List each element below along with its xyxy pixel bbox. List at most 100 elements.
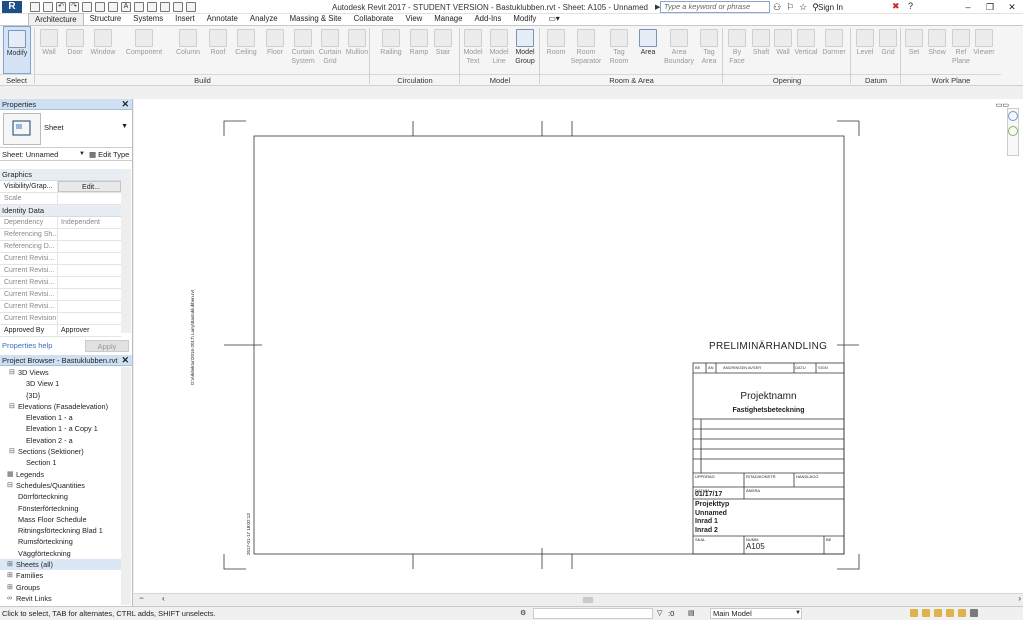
- property-row[interactable]: Visibility/Grap... Edit...: [0, 181, 121, 193]
- chevron-down-icon[interactable]: ▼: [795, 607, 801, 620]
- scroll-thumb[interactable]: [583, 597, 593, 603]
- tool-floor[interactable]: Floor: [262, 26, 288, 74]
- browser-node[interactable]: Väggförteckning: [0, 548, 121, 559]
- tab-manage[interactable]: Manage: [428, 13, 468, 25]
- tab-structure[interactable]: Structure: [84, 13, 128, 25]
- section-icon[interactable]: [147, 2, 157, 12]
- tool-dormer[interactable]: Dormer: [822, 26, 846, 74]
- browser-node[interactable]: ⊞ Sheets (all): [0, 559, 121, 571]
- tool-tag-room[interactable]: Tag Room: [604, 26, 634, 74]
- browser-node[interactable]: Mass Floor Schedule: [0, 514, 121, 525]
- tool-model-line[interactable]: Model Line: [486, 26, 512, 74]
- chevron-down-icon[interactable]: ▼: [121, 123, 128, 130]
- save-icon[interactable]: [43, 2, 53, 12]
- worksets-icon[interactable]: ⚙: [520, 607, 526, 620]
- collapse-icon[interactable]: ⊟: [9, 367, 15, 378]
- property-row[interactable]: Current Revisi...: [0, 265, 121, 277]
- tab-massing-site[interactable]: Massing & Site: [284, 13, 348, 25]
- property-row[interactable]: Current Revisi...: [0, 253, 121, 265]
- panel-label-opening[interactable]: Opening: [723, 74, 851, 86]
- tool-wall[interactable]: Wall: [771, 26, 795, 74]
- tool-level[interactable]: Level: [854, 26, 876, 74]
- tool-shaft[interactable]: Shaft: [749, 26, 773, 74]
- undo-icon[interactable]: ↶: [56, 2, 66, 12]
- minimize-icon[interactable]: –: [957, 0, 979, 14]
- panel-label-work-plane[interactable]: Work Plane: [901, 74, 1001, 86]
- tool-area-boundary[interactable]: Area Boundary: [662, 26, 696, 74]
- switch-windows-icon[interactable]: [186, 2, 196, 12]
- property-row[interactable]: Current Revisi...: [0, 277, 121, 289]
- ribbon-toggle-icon[interactable]: ▭▾: [542, 13, 565, 25]
- select-underlay-icon[interactable]: [922, 609, 930, 617]
- panel-label-select[interactable]: Select: [0, 74, 33, 86]
- expand-icon[interactable]: ⊞: [7, 582, 13, 593]
- properties-scrollbar[interactable]: [121, 169, 131, 333]
- scroll-right-icon[interactable]: ›: [1018, 594, 1021, 603]
- open-icon[interactable]: [30, 2, 40, 12]
- browser-node[interactable]: ⊞ Groups: [0, 582, 121, 593]
- close-hidden-icon[interactable]: [173, 2, 183, 12]
- tool-set[interactable]: Set: [903, 26, 925, 74]
- design-options-icon[interactable]: ▤: [688, 607, 695, 620]
- property-row[interactable]: Referencing Sh...: [0, 229, 121, 241]
- chevron-down-icon[interactable]: ▼: [79, 148, 85, 161]
- browser-node[interactable]: Dörrförteckning: [0, 491, 121, 502]
- tool-room[interactable]: Room: [543, 26, 569, 74]
- folder-icon[interactable]: ▦: [7, 469, 14, 480]
- tool-viewer[interactable]: Viewer: [973, 26, 995, 74]
- tool-door[interactable]: Door: [62, 26, 88, 74]
- search-input[interactable]: Type a keyword or phrase: [660, 1, 770, 13]
- property-row[interactable]: Current Revisi...: [0, 301, 121, 313]
- close-icon[interactable]: ✕: [1001, 0, 1023, 14]
- revit-logo-icon[interactable]: R: [2, 1, 22, 13]
- property-row[interactable]: Current Revision: [0, 313, 121, 325]
- tool-window[interactable]: Window: [88, 26, 118, 74]
- expand-icon[interactable]: ⊞: [7, 559, 13, 570]
- redo-icon[interactable]: ↷: [69, 2, 79, 12]
- browser-node[interactable]: Elevation 1 - a: [0, 412, 121, 423]
- instance-filter[interactable]: Sheet: Unnamed ▼ ▦ Edit Type: [0, 148, 132, 161]
- tab-analyze[interactable]: Analyze: [244, 13, 284, 25]
- browser-node[interactable]: Rumsförteckning: [0, 536, 121, 547]
- scroll-left-icon[interactable]: ‹: [162, 594, 165, 603]
- expand-icon[interactable]: ⊞: [7, 570, 13, 581]
- panel-label-circulation[interactable]: Circulation: [370, 74, 460, 86]
- restore-view-icon[interactable]: ▭▭: [996, 101, 1009, 109]
- group-identity-data[interactable]: Identity Data: [0, 205, 121, 217]
- browser-node[interactable]: 3D View 1: [0, 378, 121, 389]
- tool-by-face[interactable]: By Face: [725, 26, 749, 74]
- 3d-view-icon[interactable]: [134, 2, 144, 12]
- tool-component[interactable]: Component: [118, 26, 170, 74]
- tab-modify[interactable]: Modify: [507, 13, 542, 25]
- close-icon[interactable]: ✕: [121, 355, 129, 366]
- favorites-star-icon[interactable]: ☆: [799, 2, 807, 13]
- folder-icon[interactable]: ∞: [7, 593, 12, 604]
- tool-area[interactable]: Area: [634, 26, 662, 74]
- help-icon[interactable]: ?: [908, 1, 913, 11]
- browser-scrollbar[interactable]: [121, 367, 131, 605]
- browser-node[interactable]: ⊟ 3D Views: [0, 367, 121, 378]
- tool-wall[interactable]: Wall: [36, 26, 62, 74]
- collapse-icon[interactable]: ⊟: [7, 480, 13, 491]
- property-row[interactable]: Current Revisi...: [0, 289, 121, 301]
- collapse-icon[interactable]: ⊟: [9, 446, 15, 457]
- tab-annotate[interactable]: Annotate: [201, 13, 244, 25]
- print-icon[interactable]: [82, 2, 92, 12]
- browser-node[interactable]: ▦ Legends: [0, 469, 121, 480]
- group-graphics[interactable]: Graphics: [0, 169, 121, 181]
- tool-room-separator[interactable]: Room Separator: [569, 26, 603, 74]
- binoculars-icon[interactable]: ⚇: [773, 2, 781, 13]
- browser-node[interactable]: {3D}: [0, 390, 121, 401]
- zoom-icon[interactable]: [1008, 126, 1018, 136]
- tab-add-ins[interactable]: Add-Ins: [468, 13, 507, 25]
- tool-vertical[interactable]: Vertical: [794, 26, 818, 74]
- tool-roof[interactable]: Roof: [206, 26, 230, 74]
- horizontal-scrollbar[interactable]: ⇔ ‹ ›: [134, 593, 1023, 606]
- maximize-icon[interactable]: ❐: [979, 0, 1001, 14]
- tool-mullion[interactable]: Mullion: [342, 26, 372, 74]
- tool-tag-area[interactable]: Tag Area: [696, 26, 722, 74]
- properties-help-link[interactable]: Properties help: [2, 341, 52, 350]
- tool-show[interactable]: Show: [926, 26, 948, 74]
- browser-node[interactable]: Elevation 1 - a Copy 1: [0, 423, 121, 434]
- exchange-apps-icon[interactable]: ✖: [892, 1, 900, 12]
